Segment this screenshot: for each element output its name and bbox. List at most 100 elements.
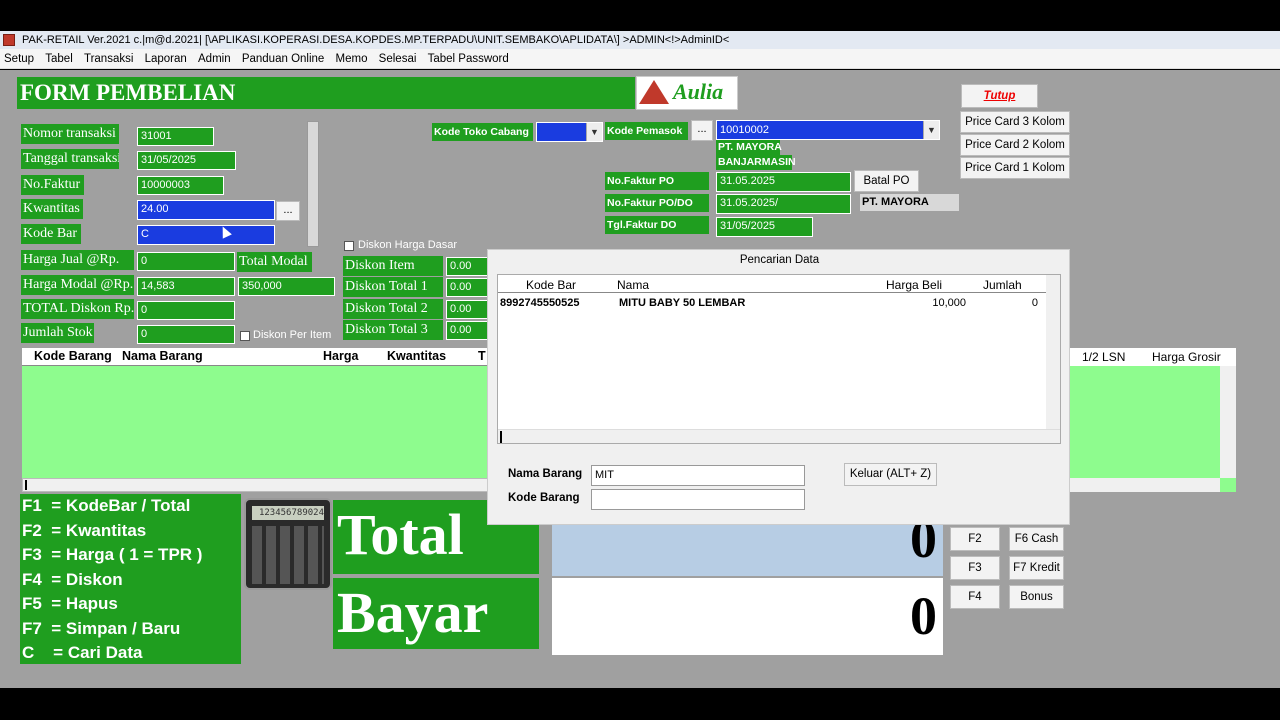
diskon-total-2-field[interactable]: 0.00 — [446, 300, 488, 319]
row-nama: MITU BABY 50 LEMBAR — [619, 297, 746, 309]
price-card-2-button[interactable]: Price Card 2 Kolom — [960, 134, 1070, 156]
shortcut-f3: F3 = Harga ( 1 = TPR ) — [22, 545, 203, 564]
logo-text: Aulia — [673, 79, 724, 104]
kode-barang-input[interactable] — [591, 489, 805, 510]
menu-panduan-online[interactable]: Panduan Online — [242, 53, 324, 65]
diskon-total-3-field[interactable]: 0.00 — [446, 321, 488, 340]
bonus-button[interactable]: Bonus — [1009, 585, 1064, 609]
tanggal-transaksi-field[interactable]: 31/05/2025 — [137, 151, 236, 170]
diskon-harga-dasar-checkbox[interactable] — [344, 241, 354, 251]
label-harga-jual: Harga Jual @Rp. — [21, 250, 134, 270]
nama-barang-input[interactable]: MIT — [591, 465, 805, 486]
label-jumlah-stok: Jumlah Stok — [21, 323, 94, 343]
f6-cash-button[interactable]: F6 Cash — [1009, 527, 1064, 551]
app-icon — [3, 34, 15, 46]
menu-transaksi[interactable]: Transaksi — [84, 53, 133, 65]
scroll-corner — [1220, 478, 1236, 492]
menu-setup[interactable]: Setup — [4, 53, 34, 65]
label-no-faktur-podo: No.Faktur PO/DO — [605, 194, 709, 212]
menu-bar: Setup Tabel Transaksi Laporan Admin Pand… — [0, 49, 1280, 69]
items-table-right-header: 1/2 LSN Harga Grosir — [1070, 348, 1236, 366]
total-modal-field[interactable]: 350,000 — [238, 277, 335, 296]
diskon-item-field[interactable]: 0.00 — [446, 257, 488, 276]
calculator-keys — [252, 526, 324, 584]
table-row[interactable]: 8992745550525 MITU BABY 50 LEMBAR 10,000… — [498, 295, 1046, 311]
menu-tabel-password[interactable]: Tabel Password — [428, 53, 509, 65]
items-table-right-hscroll[interactable] — [1070, 478, 1220, 492]
results-header: Kode Bar Nama Harga Beli Jumlah — [498, 275, 1046, 293]
form-scrollbar[interactable] — [307, 121, 319, 247]
label-tanggal-transaksi: Tanggal transaksi — [21, 149, 119, 169]
form-title: FORM PEMBELIAN — [17, 77, 635, 109]
results-vscroll[interactable] — [1046, 275, 1060, 429]
diskon-per-item-label: Diskon Per Item — [253, 329, 332, 341]
shortcut-f4: F4 = Diskon — [22, 569, 123, 589]
menu-selesai[interactable]: Selesai — [379, 53, 417, 65]
col-half-lsn: 1/2 LSN — [1082, 350, 1126, 364]
bayar-value: 0 — [910, 586, 937, 646]
menu-memo[interactable]: Memo — [336, 53, 368, 65]
diskon-harga-dasar-label: Diskon Harga Dasar — [358, 239, 458, 251]
tgl-faktur-do-field[interactable]: 31/05/2025 — [716, 217, 813, 237]
col-nama: Nama — [617, 278, 650, 292]
bayar-display[interactable]: 0 — [552, 578, 943, 655]
row-kode-bar: 8992745550525 — [500, 297, 580, 309]
col-kode-bar: Kode Bar — [526, 278, 577, 292]
batal-po-button[interactable]: Batal PO — [854, 170, 919, 192]
menu-admin[interactable]: Admin — [198, 53, 231, 65]
calculator-display: 123456789024 — [252, 506, 324, 520]
calculator-icon[interactable]: 123456789024 — [244, 498, 332, 590]
chevron-down-icon: ▼ — [923, 121, 939, 139]
label-no-faktur-po: No.Faktur PO — [605, 172, 709, 190]
jumlah-stok-field[interactable]: 0 — [137, 325, 235, 344]
shortcut-f1: F1 = KodeBar / Total — [22, 496, 191, 515]
kode-bar-input[interactable]: C — [137, 225, 275, 245]
diskon-total-1-field[interactable]: 0.00 — [446, 278, 488, 297]
price-card-3-button[interactable]: Price Card 3 Kolom — [960, 111, 1070, 133]
kwantitas-field[interactable]: 24.00 — [137, 200, 275, 220]
items-table-right-body[interactable] — [1070, 366, 1220, 478]
harga-modal-field[interactable]: 14,583 — [137, 277, 235, 296]
kwantitas-browse-button[interactable]: ... — [276, 201, 300, 221]
row-harga-beli: 10,000 — [932, 297, 966, 309]
items-table-right-vscroll[interactable] — [1220, 366, 1236, 492]
text-caret — [500, 431, 502, 443]
col-harga-grosir: Harga Grosir — [1152, 350, 1221, 364]
label-diskon-total-3: Diskon Total 3 — [343, 320, 443, 340]
f3-button[interactable]: F3 — [950, 556, 1000, 580]
menu-laporan[interactable]: Laporan — [145, 53, 187, 65]
label-total-diskon: TOTAL Diskon Rp. — [21, 299, 134, 319]
menu-tabel[interactable]: Tabel — [45, 53, 73, 65]
dialog-title: Pencarian Data — [739, 254, 820, 266]
kode-toko-cabang-select[interactable]: ▼ — [536, 122, 603, 142]
kode-pemasok-value: 10010002 — [720, 124, 769, 136]
label-no-faktur: No.Faktur — [21, 175, 84, 195]
items-table-scrollbar[interactable] — [22, 478, 488, 492]
f2-button[interactable]: F2 — [950, 527, 1000, 551]
label-tgl-faktur-do: Tgl.Faktur DO — [605, 216, 709, 234]
price-card-1-button[interactable]: Price Card 1 Kolom — [960, 157, 1070, 179]
keluar-button[interactable]: Keluar (ALT+ Z) — [844, 463, 937, 486]
label-diskon-total-1: Diskon Total 1 — [343, 277, 443, 297]
label-total-modal: Total Modal — [237, 252, 312, 272]
harga-jual-field[interactable]: 0 — [137, 252, 235, 271]
text-caret — [25, 480, 27, 490]
results-hscroll[interactable] — [498, 429, 1060, 443]
tutup-button[interactable]: Tutup — [961, 84, 1038, 108]
col-t: T — [478, 349, 486, 363]
search-results-list[interactable]: Kode Bar Nama Harga Beli Jumlah 89927455… — [497, 274, 1061, 444]
no-faktur-podo-field[interactable]: 31.05.2025/ — [716, 194, 851, 214]
no-faktur-po-field[interactable]: 31.05.2025 — [716, 172, 851, 192]
kode-barang-label: Kode Barang — [508, 492, 580, 504]
nomor-transaksi-field[interactable]: 31001 — [137, 127, 214, 146]
f4-button[interactable]: F4 — [950, 585, 1000, 609]
kode-pemasok-browse-button[interactable]: ... — [691, 120, 713, 141]
no-faktur-field[interactable]: 10000003 — [137, 176, 224, 195]
f7-kredit-button[interactable]: F7 Kredit — [1009, 556, 1064, 580]
diskon-per-item-checkbox[interactable] — [240, 331, 250, 341]
kode-pemasok-select[interactable]: 10010002 ▼ — [716, 120, 940, 140]
total-diskon-field[interactable]: 0 — [137, 301, 235, 320]
label-kode-bar: Kode Bar — [21, 224, 81, 244]
items-table-body[interactable] — [22, 366, 488, 478]
company-logo: Aulia — [636, 76, 738, 110]
